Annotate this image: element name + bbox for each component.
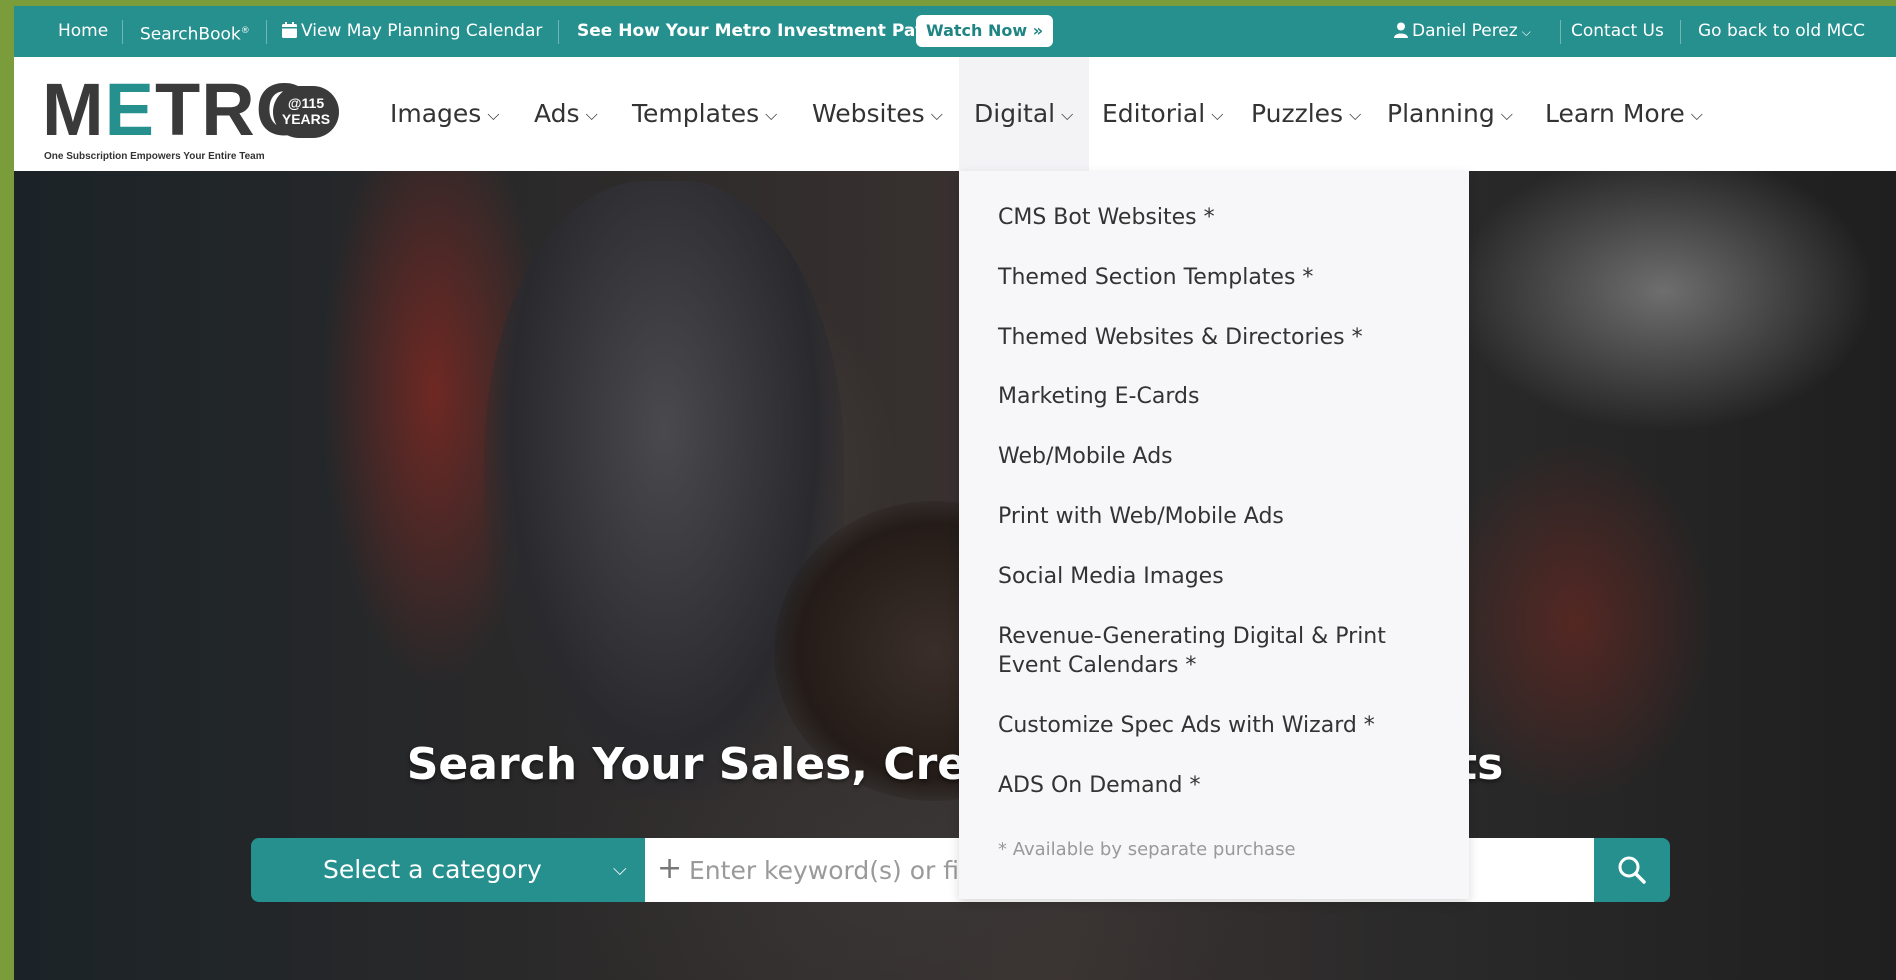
chevron-down-icon: ⌵ bbox=[585, 105, 598, 124]
nav-planning[interactable]: Planning ⌵ bbox=[1387, 57, 1513, 171]
chevron-down-icon: ⌵ bbox=[765, 105, 778, 124]
nav-ads[interactable]: Ads ⌵ bbox=[534, 57, 598, 171]
nav-learn-more[interactable]: Learn More ⌵ bbox=[1545, 57, 1703, 171]
divider bbox=[1680, 20, 1681, 44]
chevron-down-icon: ⌵ bbox=[487, 105, 500, 124]
chevron-down-icon: ⌵ bbox=[613, 859, 627, 880]
home-link[interactable]: Home bbox=[58, 6, 108, 57]
user-name: Daniel Perez bbox=[1412, 21, 1518, 41]
nav-puzzles[interactable]: Puzzles ⌵ bbox=[1251, 57, 1361, 171]
utility-bar: Home SearchBook® View May Planning Calen… bbox=[14, 6, 1896, 57]
chevron-down-icon: ⌵ bbox=[1690, 105, 1703, 124]
search-icon bbox=[1618, 856, 1646, 884]
menu-item-ads-on-demand[interactable]: ADS On Demand * bbox=[998, 771, 1438, 800]
planning-calendar-link[interactable]: View May Planning Calendar bbox=[282, 6, 542, 57]
calendar-icon bbox=[282, 22, 297, 38]
divider bbox=[558, 20, 559, 44]
user-menu[interactable]: Daniel Perez ⌵ bbox=[1394, 6, 1531, 57]
metro-logo[interactable]: METRO @115 YEARS One Subscription Empower… bbox=[42, 73, 342, 162]
user-icon bbox=[1394, 22, 1408, 38]
contact-link[interactable]: Contact Us bbox=[1571, 6, 1664, 57]
menu-item-print-web-mobile-ads[interactable]: Print with Web/Mobile Ads bbox=[998, 502, 1438, 531]
separate-purchase-note: * Available by separate purchase bbox=[998, 839, 1296, 860]
digital-dropdown-menu: CMS Bot Websites * Themed Section Templa… bbox=[959, 171, 1469, 899]
chevron-down-icon: ⌵ bbox=[1349, 105, 1362, 124]
calendar-link-label: View May Planning Calendar bbox=[301, 21, 543, 41]
watch-now-button[interactable]: Watch Now » bbox=[916, 15, 1054, 47]
old-site-link[interactable]: Go back to old MCC bbox=[1698, 6, 1865, 57]
menu-item-marketing-ecards[interactable]: Marketing E-Cards bbox=[998, 382, 1438, 411]
hero-banner: Search Your Sales, Creative & Digital As… bbox=[14, 171, 1896, 980]
nav-images[interactable]: Images ⌵ bbox=[390, 57, 499, 171]
menu-item-event-calendars[interactable]: Revenue-Generating Digital & Print Event… bbox=[998, 622, 1418, 680]
chevron-down-icon: ⌵ bbox=[1521, 25, 1531, 39]
plus-icon: + bbox=[657, 851, 683, 886]
menu-item-themed-websites-directories[interactable]: Themed Websites & Directories * bbox=[998, 323, 1438, 352]
logo-tagline: One Subscription Empowers Your Entire Te… bbox=[44, 151, 265, 162]
searchbook-link[interactable]: SearchBook® bbox=[140, 6, 250, 57]
main-header: METRO @115 YEARS One Subscription Empower… bbox=[14, 57, 1896, 171]
chevron-down-icon: ⌵ bbox=[930, 105, 943, 124]
logo-years-badge: @115 YEARS bbox=[273, 86, 339, 138]
searchbook-label: SearchBook bbox=[140, 24, 241, 45]
nav-editorial[interactable]: Editorial ⌵ bbox=[1102, 57, 1223, 171]
nav-websites[interactable]: Websites ⌵ bbox=[812, 57, 943, 171]
category-select[interactable]: Select a category ⌵ bbox=[251, 838, 645, 902]
promo-text: See How Your Metro Investment Pays bbox=[577, 21, 936, 41]
chevron-down-icon: ⌵ bbox=[1061, 105, 1074, 124]
divider bbox=[1560, 20, 1561, 44]
menu-item-themed-section-templates[interactable]: Themed Section Templates * bbox=[998, 263, 1438, 292]
hero-title: Search Your Sales, Creative & Digital As… bbox=[406, 739, 1504, 790]
menu-item-cms-bot-websites[interactable]: CMS Bot Websites * bbox=[998, 203, 1438, 232]
category-select-label: Select a category bbox=[323, 855, 542, 884]
divider bbox=[122, 20, 123, 44]
chevron-down-icon: ⌵ bbox=[1500, 105, 1513, 124]
nav-digital[interactable]: Digital ⌵ bbox=[974, 57, 1073, 171]
nav-templates[interactable]: Templates ⌵ bbox=[632, 57, 777, 171]
menu-item-social-media-images[interactable]: Social Media Images bbox=[998, 562, 1438, 591]
divider bbox=[266, 20, 267, 44]
menu-item-web-mobile-ads[interactable]: Web/Mobile Ads bbox=[998, 442, 1438, 471]
chevron-down-icon: ⌵ bbox=[1211, 105, 1224, 124]
search-button[interactable] bbox=[1594, 838, 1670, 902]
browser-viewport: Home SearchBook® View May Planning Calen… bbox=[14, 6, 1896, 980]
menu-item-spec-ads-wizard[interactable]: Customize Spec Ads with Wizard * bbox=[998, 711, 1438, 740]
registered-mark: ® bbox=[240, 26, 250, 36]
